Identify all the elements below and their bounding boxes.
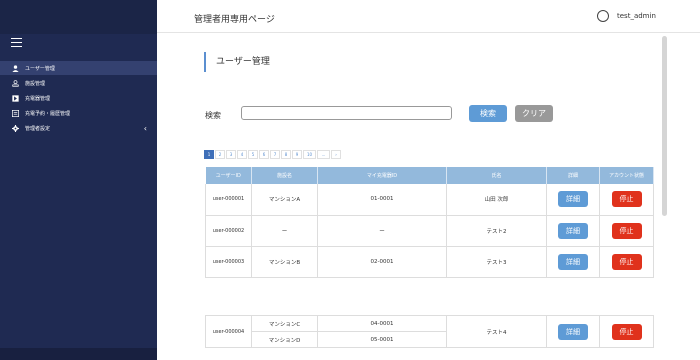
table-header-row: ユーザーID 施設名 マイ充電器ID 氏名 詳細 アカウント状態 <box>205 167 654 184</box>
sidebar-item-facilities[interactable]: 施設管理 <box>0 76 157 90</box>
column-header-facility: 施設名 <box>251 167 318 184</box>
search-label: 検索 <box>205 111 221 120</box>
cell-detail: 詳細 <box>546 215 600 247</box>
sidebar-item-label: 充電器管理 <box>25 95 51 102</box>
page-link-3[interactable]: 3 <box>226 150 236 159</box>
sidebar-item-label: 管理者設定 <box>25 125 51 132</box>
detail-button[interactable]: 詳細 <box>558 253 588 270</box>
cell-account-status: 停止 <box>599 246 654 278</box>
cell-charger-id: ー <box>317 215 447 247</box>
cell-facility: マンションB <box>251 246 318 278</box>
pagination: 1 2 3 4 5 6 7 8 9 10 ... › <box>204 150 342 159</box>
sidebar-item-reservations[interactable]: 充電予約・履歴管理 <box>0 106 157 120</box>
cell-facility: マンションD <box>251 331 318 348</box>
cell-detail: 詳細 <box>546 184 600 216</box>
cell-name: テスト2 <box>446 215 547 247</box>
sidebar-item-admin-settings[interactable]: 管理者設定 ‹ <box>0 121 157 135</box>
cell-detail: 詳細 <box>546 315 600 348</box>
cell-user-id: user-000002 <box>205 215 252 247</box>
charger-icon <box>12 94 19 102</box>
detail-button[interactable]: 詳細 <box>558 222 588 239</box>
cell-charger-id: 01-0001 <box>317 184 447 216</box>
stop-button[interactable]: 停止 <box>611 222 642 239</box>
table-row: user-000003 マンションB 02-0001 テスト3 詳細 停止 <box>205 246 654 278</box>
cell-user-id: user-000001 <box>205 184 252 216</box>
detail-button[interactable]: 詳細 <box>558 191 588 208</box>
users-table-continued: user-000004 マンションC 04-0001 テスト4 詳細 停止 マン… <box>205 315 654 348</box>
sidebar-item-label: 充電予約・履歴管理 <box>25 110 71 117</box>
next-page-icon[interactable]: › <box>331 150 341 159</box>
table-row: user-000004 マンションC 04-0001 テスト4 詳細 停止 <box>205 315 654 348</box>
search-button[interactable]: 検索 <box>469 105 507 122</box>
users-table: ユーザーID 施設名 マイ充電器ID 氏名 詳細 アカウント状態 user-00… <box>205 167 654 278</box>
sidebar-item-users[interactable]: ユーザー管理 <box>0 61 157 75</box>
page-title: 管理者用専用ページ <box>194 15 275 25</box>
sidebar-footer <box>0 348 157 360</box>
clear-button[interactable]: クリア <box>515 105 553 122</box>
stop-button[interactable]: 停止 <box>611 253 642 270</box>
page-link-2[interactable]: 2 <box>215 150 225 159</box>
cell-account-status: 停止 <box>599 184 654 216</box>
cell-account-status: 停止 <box>599 315 654 348</box>
chevron-left-icon[interactable]: ‹ <box>144 124 147 133</box>
sidebar-item-label: ユーザー管理 <box>25 65 55 72</box>
cell-name: テスト4 <box>446 315 547 348</box>
gear-icon <box>12 124 19 132</box>
menu-toggle-icon[interactable] <box>11 38 22 47</box>
column-header-charger-id: マイ充電器ID <box>317 167 447 184</box>
cell-user-id: user-000004 <box>205 315 252 348</box>
cell-charger-id: 02-0001 <box>317 246 447 278</box>
app-root: ユーザー管理 施設管理 充電器管理 充電予約・履歴管理 管理者設定 ‹ 管理者用… <box>0 0 700 360</box>
vertical-scrollbar[interactable] <box>662 36 667 216</box>
reservation-icon <box>12 109 19 117</box>
page-link-8[interactable]: 8 <box>281 150 291 159</box>
table-row: user-000001 マンションA 01-0001 山田 次郎 詳細 停止 <box>205 184 654 216</box>
user-icon <box>12 64 19 72</box>
detail-button[interactable]: 詳細 <box>558 323 588 340</box>
page-link-5[interactable]: 5 <box>248 150 258 159</box>
sidebar: ユーザー管理 施設管理 充電器管理 充電予約・履歴管理 管理者設定 ‹ <box>0 0 157 360</box>
stop-button[interactable]: 停止 <box>611 323 642 340</box>
user-avatar-icon[interactable] <box>597 10 609 22</box>
cell-facility: マンションA <box>251 184 318 216</box>
column-header-account-status: アカウント状態 <box>599 167 654 184</box>
cell-account-status: 停止 <box>599 215 654 247</box>
table-row: user-000002 ー ー テスト2 詳細 停止 <box>205 215 654 247</box>
cell-charger-id: 04-0001 <box>317 315 447 332</box>
column-header-detail: 詳細 <box>546 167 600 184</box>
sidebar-top <box>0 0 157 34</box>
username[interactable]: test_admin <box>617 12 656 20</box>
cell-user-id: user-000003 <box>205 246 252 278</box>
cell-facility: マンションC <box>251 315 318 332</box>
facility-icon <box>12 79 19 87</box>
top-header: 管理者用専用ページ test_admin <box>157 0 700 33</box>
search-input[interactable] <box>241 106 452 120</box>
cell-charger-id: 05-0001 <box>317 331 447 348</box>
cell-facility: ー <box>251 215 318 247</box>
section-heading: ユーザー管理 <box>204 52 270 72</box>
page-link-6[interactable]: 6 <box>259 150 269 159</box>
page-link-7[interactable]: 7 <box>270 150 280 159</box>
column-header-user-id: ユーザーID <box>205 167 252 184</box>
page-link-10[interactable]: 10 <box>303 150 316 159</box>
stop-button[interactable]: 停止 <box>611 191 642 208</box>
page-link-1[interactable]: 1 <box>204 150 214 159</box>
cell-name: 山田 次郎 <box>446 184 547 216</box>
page-ellipsis: ... <box>317 150 330 159</box>
page-link-9[interactable]: 9 <box>292 150 302 159</box>
sidebar-item-label: 施設管理 <box>25 80 46 87</box>
column-header-name: 氏名 <box>446 167 547 184</box>
cell-name: テスト3 <box>446 246 547 278</box>
page-link-4[interactable]: 4 <box>237 150 247 159</box>
cell-detail: 詳細 <box>546 246 600 278</box>
sidebar-item-chargers[interactable]: 充電器管理 <box>0 91 157 105</box>
